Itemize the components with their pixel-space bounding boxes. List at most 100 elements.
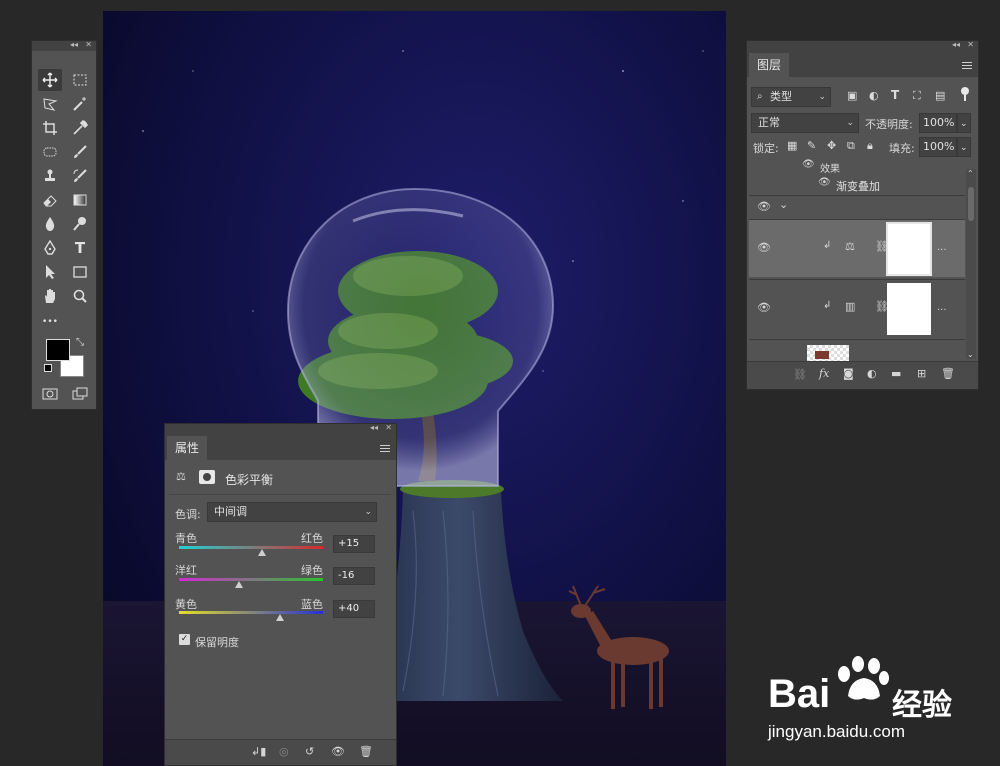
magic-wand-tool-icon[interactable]: [68, 93, 92, 115]
panel-menu-icon[interactable]: [380, 443, 390, 454]
yellow-blue-slider-track[interactable]: [179, 611, 323, 614]
pixel-filter-icon[interactable]: ▣: [847, 89, 857, 102]
opacity-dropdown-button[interactable]: ⌄: [957, 113, 971, 133]
panel-menu-icon[interactable]: [962, 60, 972, 71]
clip-to-layer-icon[interactable]: ↲▮: [251, 745, 266, 758]
scroll-up-icon[interactable]: ⌃: [967, 169, 974, 178]
add-mask-icon[interactable]: ◙: [843, 367, 854, 380]
delete-layer-icon[interactable]: 🗑︎: [941, 367, 955, 380]
preserve-luminosity-label: 保留明度: [195, 636, 239, 649]
gradient-overlay-row[interactable]: 👁︎ 渐变叠加: [748, 176, 964, 194]
tab-properties[interactable]: 属性: [167, 436, 208, 460]
collapse-icon[interactable]: ◂◂: [370, 423, 378, 432]
more-tools-icon[interactable]: •••: [38, 311, 62, 333]
cyan-red-slider-track[interactable]: [179, 546, 323, 549]
view-previous-icon[interactable]: ◎: [279, 745, 289, 758]
magenta-green-slider-track[interactable]: [179, 578, 323, 581]
yellow-blue-slider-knob[interactable]: [275, 614, 284, 621]
fill-dropdown-button[interactable]: ⌄: [957, 137, 971, 157]
tab-layers[interactable]: 图层: [749, 53, 790, 77]
layers-scrollbar[interactable]: ⌃ ⌄: [966, 169, 976, 359]
layer-mask-thumbnail[interactable]: [887, 283, 931, 335]
rectangle-tool-icon[interactable]: [68, 261, 92, 283]
visibility-icon[interactable]: 👁︎: [331, 745, 345, 758]
mask-icon[interactable]: [199, 470, 215, 484]
smart-object-filter-icon[interactable]: ▤: [935, 89, 945, 102]
lock-position-icon[interactable]: ✥: [827, 139, 836, 152]
color-balance-layer-row[interactable]: 👁︎ ↲ ⚖︎ ⛓︎ ...: [749, 219, 965, 277]
eye-icon[interactable]: 👁︎: [757, 241, 771, 254]
tone-value: 中间调: [214, 505, 247, 518]
gradient-tool-icon[interactable]: [68, 189, 92, 211]
blend-mode-select[interactable]: 正常 ⌄: [751, 113, 859, 133]
magenta-green-value-input[interactable]: -16: [333, 567, 375, 585]
eye-icon[interactable]: 👁︎: [818, 177, 831, 188]
scroll-down-icon[interactable]: ⌄: [967, 350, 974, 359]
collapse-icon[interactable]: ◂◂: [70, 40, 78, 49]
foreground-color-swatch[interactable]: [46, 339, 70, 361]
swap-colors-icon[interactable]: ⤡: [76, 337, 84, 348]
chevron-down-icon: ⌄: [846, 118, 854, 128]
chevron-down-icon[interactable]: ⌄: [779, 198, 788, 211]
spot-healing-tool-icon[interactable]: [38, 141, 62, 163]
scrollbar-thumb[interactable]: [968, 187, 974, 221]
lock-image-icon[interactable]: ✎: [807, 139, 816, 152]
crop-tool-icon[interactable]: [38, 117, 62, 139]
eraser-tool-icon[interactable]: [38, 189, 62, 211]
history-brush-tool-icon[interactable]: [68, 165, 92, 187]
clone-stamp-tool-icon[interactable]: [38, 165, 62, 187]
preserve-luminosity-checkbox[interactable]: ✓: [179, 634, 190, 645]
tone-select[interactable]: 中间调 ⌄: [207, 502, 377, 522]
collapse-icon[interactable]: ◂◂: [952, 40, 960, 49]
delete-icon[interactable]: 🗑︎: [359, 745, 373, 758]
new-group-icon[interactable]: ▬: [891, 367, 901, 380]
link-layers-icon[interactable]: ⛓︎: [793, 368, 807, 381]
eye-icon[interactable]: 👁︎: [802, 159, 815, 170]
opacity-input[interactable]: 100%: [919, 113, 957, 133]
type-filter-icon[interactable]: T: [891, 88, 899, 102]
layer-mask-thumbnail[interactable]: [886, 222, 932, 276]
layer-filter-select[interactable]: ⌕ 类型 ⌄: [751, 87, 831, 107]
eyedropper-tool-icon[interactable]: [68, 117, 92, 139]
close-icon[interactable]: ✕: [967, 40, 974, 49]
close-icon[interactable]: ✕: [85, 40, 92, 49]
dodge-tool-icon[interactable]: [68, 213, 92, 235]
path-selection-tool-icon[interactable]: [38, 261, 62, 283]
eye-icon[interactable]: 👁︎: [757, 200, 771, 213]
default-colors-icon[interactable]: [44, 364, 52, 372]
reset-icon[interactable]: ↺: [305, 745, 314, 758]
eye-icon[interactable]: 👁︎: [757, 301, 771, 314]
blur-tool-icon[interactable]: [38, 213, 62, 235]
effects-row[interactable]: 👁︎ 效果: [748, 159, 964, 175]
lock-transparent-icon[interactable]: ▦: [787, 139, 797, 152]
yellow-blue-value-input[interactable]: +40: [333, 600, 375, 618]
quick-mask-icon[interactable]: [38, 383, 62, 405]
lasso-tool-icon[interactable]: [38, 93, 62, 115]
move-tool-icon[interactable]: [38, 69, 62, 91]
group-layer-row[interactable]: 👁︎ ⌄: [749, 195, 965, 217]
pen-tool-icon[interactable]: [38, 237, 62, 259]
new-adjustment-icon[interactable]: ◐: [867, 367, 877, 380]
fx-icon[interactable]: fx: [819, 367, 829, 380]
shape-filter-icon[interactable]: ⛶: [913, 89, 921, 103]
type-tool-icon[interactable]: T: [68, 237, 92, 259]
close-icon[interactable]: ✕: [385, 423, 392, 432]
deer-layer-row[interactable]: [749, 339, 965, 363]
zoom-tool-icon[interactable]: [68, 285, 92, 307]
adjustment-divider: [169, 494, 391, 495]
adjustment-filter-icon[interactable]: ◐: [869, 89, 879, 102]
new-layer-icon[interactable]: ⊞: [917, 367, 926, 380]
fill-input[interactable]: 100%: [919, 137, 957, 157]
color-balance-icon[interactable]: ⚖︎: [176, 470, 186, 483]
marquee-tool-icon[interactable]: [68, 69, 92, 91]
hand-tool-icon[interactable]: [38, 285, 62, 307]
lock-all-icon[interactable]: 🔒︎: [867, 139, 873, 153]
screen-mode-icon[interactable]: [68, 383, 92, 405]
magenta-green-slider-knob[interactable]: [235, 581, 244, 588]
lock-artboard-icon[interactable]: ⧉: [847, 139, 855, 153]
brush-tool-icon[interactable]: [68, 141, 92, 163]
cyan-red-slider-knob[interactable]: [257, 549, 266, 556]
filter-toggle-icon[interactable]: [961, 87, 969, 101]
cyan-red-value-input[interactable]: +15: [333, 535, 375, 553]
levels-layer-row[interactable]: 👁︎ ↲ ▥ ⛓︎ ...: [749, 279, 965, 337]
